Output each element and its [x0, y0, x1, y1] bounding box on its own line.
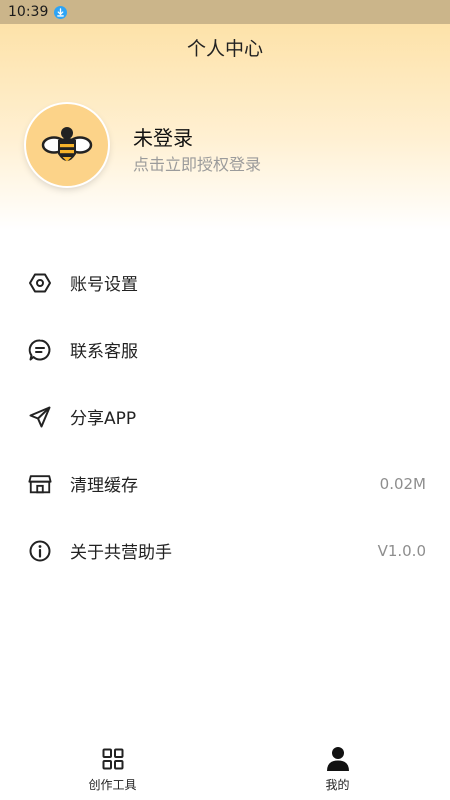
- store-icon: [28, 472, 52, 496]
- page-title: 个人中心: [186, 38, 263, 60]
- info-icon: [28, 539, 52, 563]
- avatar[interactable]: [26, 104, 108, 186]
- menu-item-share-app[interactable]: 分享APP: [0, 383, 450, 450]
- tab-label: 创作工具: [88, 778, 137, 792]
- menu-label: 分享APP: [70, 409, 137, 429]
- tab-mine[interactable]: 我的: [225, 738, 450, 800]
- bee-icon: [41, 127, 93, 162]
- download-notification-icon: [54, 5, 68, 19]
- menu-label: 清理缓存: [70, 476, 138, 496]
- settings-menu: 账号设置 联系客服 分享APP 清理缓存 0.02M 关于共营助手 V1.0.0: [0, 249, 450, 584]
- menu-label: 联系客服: [70, 342, 138, 362]
- bottom-tab-bar: 创作工具 我的: [0, 738, 450, 800]
- tab-creation-tools[interactable]: 创作工具: [0, 738, 225, 800]
- grid-icon: [100, 746, 126, 772]
- menu-label: 账号设置: [70, 275, 138, 295]
- menu-item-account-settings[interactable]: 账号设置: [0, 249, 450, 316]
- hexagon-settings-icon: [28, 271, 52, 295]
- person-icon: [325, 746, 351, 772]
- menu-item-customer-service[interactable]: 联系客服: [0, 316, 450, 383]
- paper-plane-icon: [28, 405, 52, 429]
- status-time: 10:39: [8, 4, 49, 20]
- status-bar: 10:39: [0, 0, 450, 24]
- cache-size: 0.02M: [379, 474, 426, 493]
- menu-label: 关于共营助手: [70, 543, 172, 563]
- menu-item-clear-cache[interactable]: 清理缓存 0.02M: [0, 450, 450, 517]
- chat-bubble-icon: [28, 338, 52, 362]
- login-prompt[interactable]: 点击立即授权登录: [133, 151, 261, 175]
- tab-label: 我的: [325, 778, 350, 792]
- app-version: V1.0.0: [377, 541, 426, 560]
- user-name[interactable]: 未登录: [133, 122, 193, 151]
- menu-item-about[interactable]: 关于共营助手 V1.0.0: [0, 517, 450, 584]
